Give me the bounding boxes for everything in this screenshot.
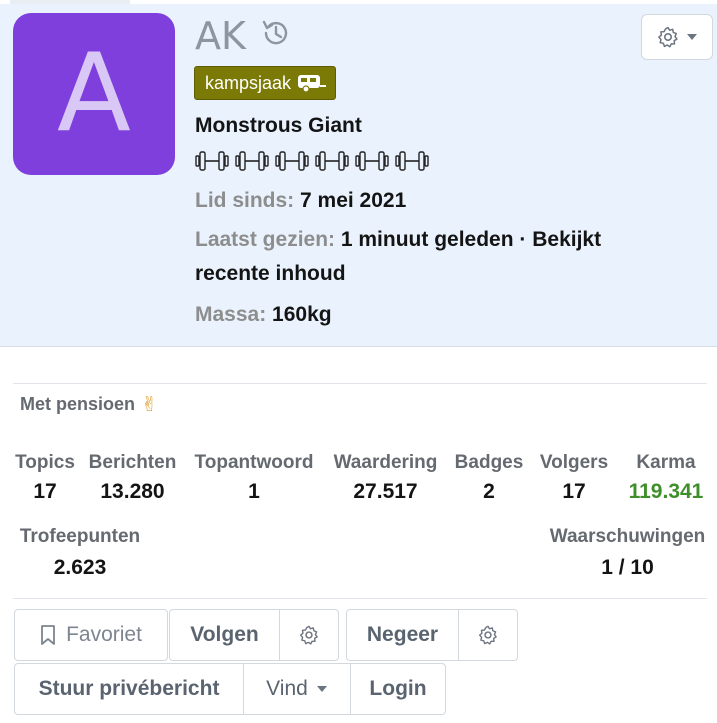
stat-label: Badges	[454, 452, 524, 473]
message-label: Stuur privébericht	[38, 677, 220, 700]
stat-value: 17	[33, 480, 57, 503]
caravan-icon	[298, 75, 327, 93]
gear-icon	[658, 26, 678, 48]
history-icon[interactable]	[258, 16, 292, 50]
login-button[interactable]: Login	[350, 663, 446, 715]
divider	[13, 383, 707, 384]
stat-value: 119.341	[628, 480, 704, 503]
member-since-value: 7 mei 2021	[300, 189, 407, 212]
stat-value: 2	[483, 480, 495, 503]
ignore-label: Negeer	[366, 623, 439, 646]
stat-waardering[interactable]: Waardering 27.517	[323, 452, 448, 504]
username[interactable]: AK	[195, 14, 246, 58]
find-button[interactable]: Vind	[243, 663, 351, 715]
stat-label: Volgers	[539, 452, 609, 473]
avatar[interactable]: A	[13, 13, 175, 175]
stat-karma[interactable]: Karma 119.341	[618, 452, 714, 504]
stat-label: Waardering	[333, 452, 438, 473]
avatar-letter: A	[57, 31, 131, 156]
dumbbell-icon	[235, 151, 269, 171]
rank-title: Monstrous Giant	[195, 114, 362, 137]
favorite-label: Favoriet	[66, 623, 142, 646]
ignore-settings-button[interactable]	[458, 609, 518, 661]
find-label: Vind	[266, 677, 308, 700]
profile-header: A AK kampsjaak Monstrous Giant Lid sinds…	[0, 4, 717, 347]
stat-label: Topics	[15, 452, 75, 473]
custom-title: Met pensioen ✌	[20, 392, 158, 417]
favorite-button[interactable]: Favoriet	[14, 609, 168, 661]
dumbbell-icon	[195, 151, 229, 171]
stat-topantwoord[interactable]: Topantwoord 1	[185, 452, 323, 504]
banner-label: kampsjaak	[205, 72, 292, 93]
stat-label: Berichten	[88, 452, 177, 473]
dumbbell-icon	[355, 151, 389, 171]
custom-title-text: Met pensioen	[20, 394, 136, 414]
stat-value: 13.280	[100, 480, 165, 503]
stat-volgers[interactable]: Volgers 17	[530, 452, 618, 504]
mass: Massa: 160kg	[195, 298, 695, 332]
stat-value: 1	[248, 480, 260, 503]
follow-settings-button[interactable]	[279, 609, 339, 661]
stat-label: Waarschuwingen	[549, 526, 706, 547]
stats-row: Topics 17 Berichten 13.280 Topantwoord 1…	[10, 452, 714, 504]
follow-label: Volgen	[190, 623, 259, 646]
stat-value: 17	[562, 480, 586, 503]
mass-value: 160kg	[272, 303, 332, 326]
stat-waarschuwingen[interactable]: Waarschuwingen 1 / 10	[540, 526, 715, 580]
dumbbell-icon	[395, 151, 429, 171]
bookmark-icon	[41, 625, 55, 645]
stat-berichten[interactable]: Berichten 13.280	[80, 452, 185, 504]
member-since-label: Lid sinds:	[195, 189, 295, 212]
stat-badges[interactable]: Badges 2	[448, 452, 530, 504]
member-since: Lid sinds: 7 mei 2021	[195, 184, 695, 218]
user-banner: kampsjaak	[194, 66, 337, 100]
mass-label: Massa:	[195, 303, 267, 326]
login-label: Login	[369, 677, 427, 700]
gear-icon	[478, 625, 497, 645]
stat-value: 1 / 10	[601, 556, 654, 579]
stat-value: 2.623	[53, 556, 107, 579]
rank-dumbbells	[195, 148, 429, 174]
caret-down-icon	[316, 686, 327, 692]
divider	[13, 598, 707, 599]
dumbbell-icon	[315, 151, 349, 171]
gear-icon	[299, 625, 318, 645]
caret-down-icon	[687, 34, 697, 40]
ignore-button[interactable]: Negeer	[346, 609, 459, 661]
dumbbell-icon	[275, 151, 309, 171]
stat-topics[interactable]: Topics 17	[10, 452, 80, 504]
stat-trofeepunten[interactable]: Trofeepunten 2.623	[10, 526, 150, 580]
stat-label: Karma	[636, 452, 696, 473]
stat-label: Topantwoord	[194, 452, 314, 473]
stat-value: 27.517	[353, 480, 418, 503]
follow-button[interactable]: Volgen	[169, 609, 280, 661]
settings-button[interactable]	[641, 14, 713, 60]
stat-label: Trofeepunten	[19, 526, 141, 547]
last-seen-label: Laatst gezien:	[195, 228, 336, 251]
victory-hand-icon: ✌	[141, 394, 158, 416]
last-seen: Laatst gezien: 1 minuut geleden · Bekijk…	[195, 223, 665, 291]
private-message-button[interactable]: Stuur privébericht	[14, 663, 244, 715]
